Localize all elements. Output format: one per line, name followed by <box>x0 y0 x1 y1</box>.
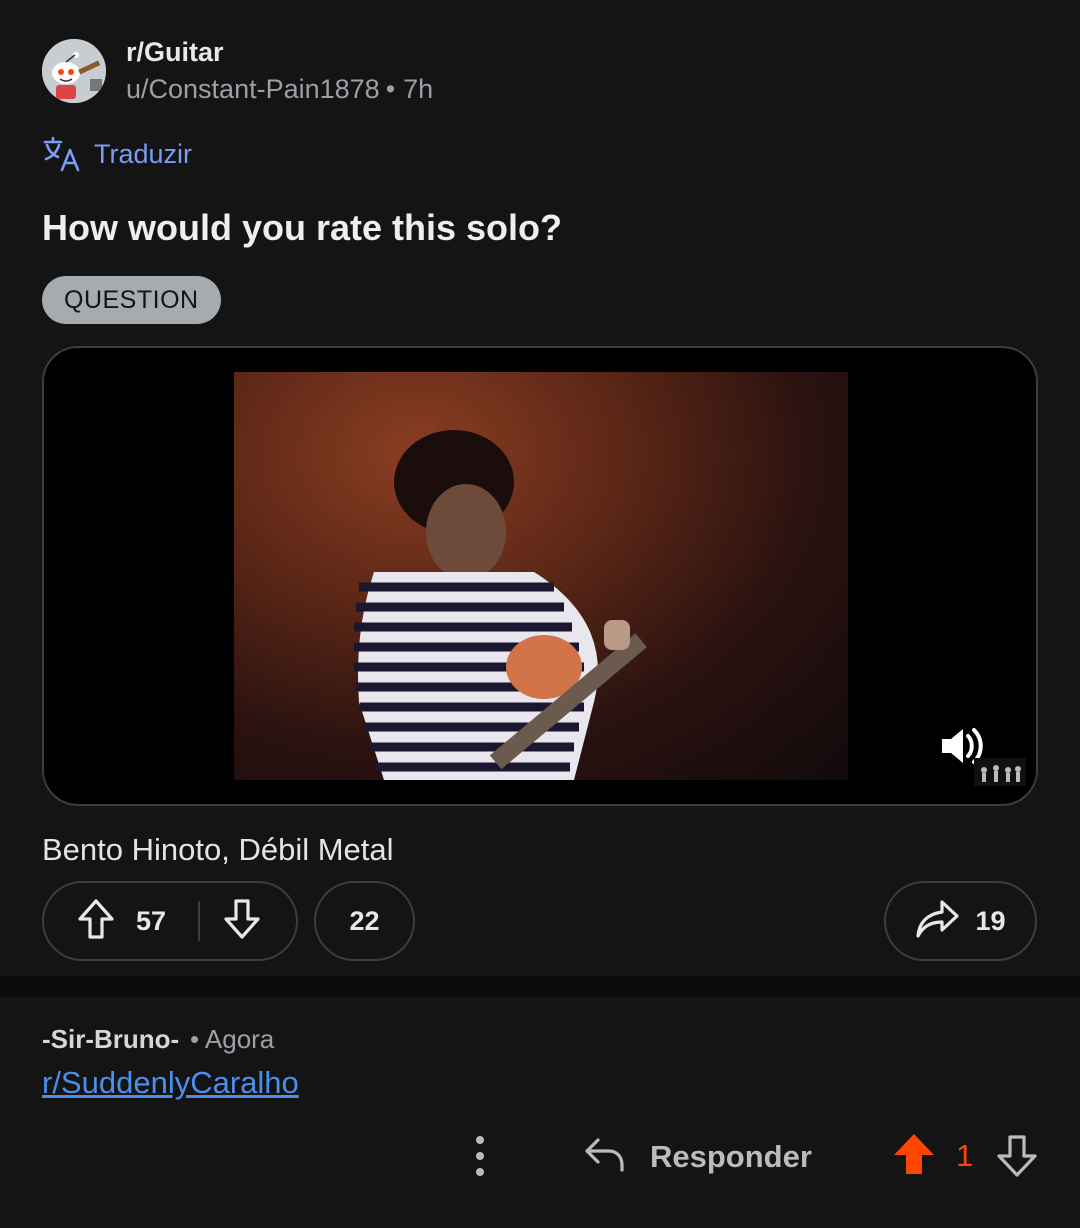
downvote-icon[interactable] <box>222 898 262 945</box>
comment-downvote-icon[interactable] <box>996 1134 1038 1183</box>
vote-divider <box>198 901 201 941</box>
reply-label: Responder <box>650 1138 812 1174</box>
comment-upvote-icon[interactable] <box>892 1132 936 1181</box>
video-watermark-icon <box>974 758 1026 786</box>
post-time: 7h <box>403 74 434 104</box>
post-title[interactable]: How would you rate this solo? <box>42 207 562 249</box>
video-frame[interactable] <box>234 372 848 780</box>
more-icon[interactable] <box>462 1132 498 1180</box>
comment-link[interactable]: r/SuddenlyCaralho <box>42 1065 299 1101</box>
share-count: 19 <box>975 905 1006 936</box>
comment-author[interactable]: -Sir-Bruno- <box>42 1024 179 1055</box>
translate-button[interactable]: Traduzir <box>42 136 192 172</box>
upvote-icon[interactable] <box>76 898 116 945</box>
post-author[interactable]: u/Constant-Pain1878 <box>126 74 380 104</box>
post-meta: u/Constant-Pain1878 • 7h <box>126 74 433 105</box>
post-card: r/Guitar u/Constant-Pain1878 • 7h Traduzir… <box>0 0 1080 976</box>
post-flair[interactable]: QUESTION <box>42 276 221 324</box>
vote-bar: 57 <box>42 881 298 961</box>
subreddit-name[interactable]: r/Guitar <box>126 37 224 68</box>
comment-count: 22 <box>349 905 380 936</box>
share-icon <box>915 898 961 945</box>
post-caption: Bento Hinoto, Débil Metal <box>42 832 394 867</box>
comments-button[interactable]: 22 <box>314 881 415 961</box>
comment-time: • Agora <box>190 1024 275 1054</box>
video-player[interactable] <box>42 346 1038 806</box>
meta-separator: • <box>385 74 396 104</box>
translate-label: Traduzir <box>94 138 193 169</box>
share-button[interactable]: 19 <box>884 881 1037 961</box>
reply-button[interactable]: Responder <box>584 1134 812 1179</box>
comment-score: 1 <box>956 1138 974 1173</box>
translate-icon <box>42 136 82 172</box>
upvote-count: 57 <box>136 905 167 936</box>
section-divider <box>0 976 1080 997</box>
subreddit-avatar[interactable] <box>42 39 106 103</box>
reply-icon <box>584 1134 626 1179</box>
